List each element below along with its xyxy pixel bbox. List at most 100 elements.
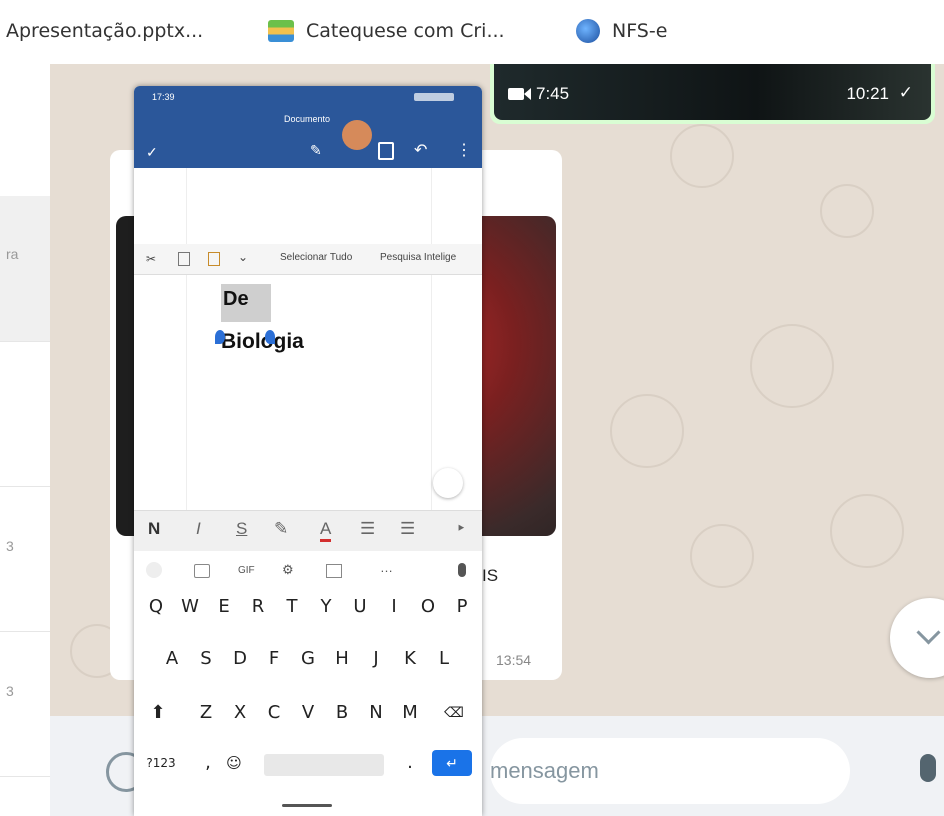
video-message[interactable]: 7:45 10:21 ✓ — [490, 64, 935, 124]
backspace-icon[interactable]: ⌫ — [442, 698, 466, 728]
more-format-icon[interactable]: ‣ — [456, 519, 466, 539]
pen-icon[interactable]: ✎ — [310, 142, 322, 159]
dictation-mic-icon[interactable] — [433, 468, 463, 498]
key[interactable]: H — [330, 644, 354, 674]
key[interactable]: V — [296, 698, 320, 728]
key[interactable]: T — [280, 592, 304, 622]
key[interactable]: R — [246, 592, 270, 622]
bookmark-catequese[interactable]: Catequese com Cri... — [268, 18, 505, 44]
sticker-icon[interactable] — [194, 564, 210, 578]
key[interactable]: E — [212, 592, 236, 622]
microphone-icon[interactable] — [920, 754, 936, 782]
key[interactable]: B — [330, 698, 354, 728]
list-item[interactable]: 3 — [0, 486, 50, 632]
document-title: Documento — [284, 114, 331, 124]
key[interactable]: D — [228, 644, 252, 674]
microphone-icon[interactable] — [458, 563, 466, 577]
space-key[interactable] — [264, 754, 384, 776]
key[interactable]: K — [398, 644, 422, 674]
bold-button[interactable]: N — [148, 519, 160, 539]
message-input[interactable]: mensagem — [490, 738, 850, 804]
shift-key[interactable]: ⬆ — [146, 698, 170, 728]
list-item-snippet: 3 — [6, 538, 14, 554]
numbers-key[interactable]: ?123 — [138, 748, 184, 778]
list-item[interactable] — [0, 341, 50, 487]
smart-search-button[interactable]: Pesquisa Intelige — [380, 252, 456, 263]
selection-handle-right[interactable] — [265, 330, 275, 344]
doodle-decoration — [690, 524, 754, 588]
message-time: 10:21 — [846, 84, 889, 103]
search-icon[interactable] — [342, 120, 372, 150]
paste-icon[interactable] — [208, 252, 220, 266]
key[interactable]: Q — [144, 592, 168, 622]
period-key[interactable]: . — [398, 748, 422, 778]
key[interactable]: Y — [314, 592, 338, 622]
document-canvas[interactable]: De Biologia — [134, 168, 482, 510]
bookmark-label: Catequese com Cri... — [306, 20, 505, 42]
read-check-icon: ✓ — [898, 83, 913, 102]
back-icon[interactable] — [146, 562, 162, 578]
chevron-down-icon — [916, 620, 941, 645]
video-thumbnail[interactable]: 7:45 10:21 ✓ — [494, 64, 931, 120]
bookmark-label: NFS-e — [612, 20, 668, 42]
phone-screenshot: 17:39 Documento ✓ ✎ ↶ ⋮ De Biologia ✂ ⌄ … — [134, 86, 482, 816]
select-all-button[interactable]: Selecionar Tudo — [280, 252, 352, 263]
translate-icon[interactable] — [326, 564, 342, 578]
key[interactable]: S — [194, 644, 218, 674]
key[interactable]: N — [364, 698, 388, 728]
bookmark-nfse[interactable]: NFS-e — [576, 18, 667, 44]
more-icon[interactable]: … — [380, 560, 393, 575]
more-icon[interactable]: ⋮ — [456, 140, 472, 160]
format-toolbar: N I S ✎ A ☰ ☰ ‣ — [134, 510, 482, 551]
emoji-key-icon[interactable]: ☺ — [222, 748, 246, 778]
checkmark-icon[interactable]: ✓ — [146, 144, 158, 161]
bullets-icon[interactable]: ☰ — [360, 519, 375, 539]
key[interactable]: X — [228, 698, 252, 728]
bookmarks-bar: Apresentação.pptx... Catequese com Cri..… — [0, 0, 944, 64]
phone-view-icon[interactable] — [378, 142, 394, 160]
list-item[interactable]: ra — [0, 196, 50, 342]
site-thumbnail-icon — [268, 20, 294, 42]
key[interactable]: L — [432, 644, 456, 674]
chevron-down-icon[interactable]: ⌄ — [238, 250, 248, 264]
caption-fragment: IS — [482, 566, 499, 585]
doodle-decoration — [750, 324, 834, 408]
key[interactable]: U — [348, 592, 372, 622]
copy-icon[interactable] — [178, 252, 190, 266]
highlighter-icon[interactable]: ✎ — [274, 519, 288, 539]
key[interactable]: P — [450, 592, 474, 622]
italic-button[interactable]: I — [196, 519, 201, 539]
key[interactable]: I — [382, 592, 406, 622]
bookmark-apresentacao[interactable]: Apresentação.pptx... — [6, 18, 203, 44]
key[interactable]: C — [262, 698, 286, 728]
font-color-icon[interactable]: A — [320, 519, 332, 542]
list-item[interactable] — [0, 64, 50, 197]
key[interactable]: M — [398, 698, 422, 728]
message-input-placeholder: mensagem — [490, 758, 599, 783]
cut-icon[interactable]: ✂ — [146, 252, 156, 266]
numbering-icon[interactable]: ☰ — [400, 519, 415, 539]
keyboard-suggestion-bar: GIF ⚙ … — [134, 556, 482, 588]
word-toolbar: Documento ✓ ✎ ↶ ⋮ — [134, 108, 482, 168]
undo-icon[interactable]: ↶ — [414, 140, 427, 160]
selection-handle-left[interactable] — [215, 330, 225, 344]
status-icons — [414, 93, 454, 101]
key[interactable]: Z — [194, 698, 218, 728]
document-page[interactable]: De Biologia — [186, 168, 463, 510]
enter-key-icon[interactable]: ↵ — [432, 750, 472, 776]
key[interactable]: A — [160, 644, 184, 674]
context-ribbon: ✂ ⌄ Selecionar Tudo Pesquisa Intelige — [134, 244, 482, 275]
key[interactable]: G — [296, 644, 320, 674]
gif-button[interactable]: GIF — [238, 565, 255, 576]
key[interactable]: W — [178, 592, 202, 622]
doodle-decoration — [820, 184, 874, 238]
list-item[interactable]: 3 — [0, 631, 50, 777]
comma-key[interactable]: , — [196, 748, 220, 778]
strike-button[interactable]: S — [236, 519, 247, 539]
key[interactable]: O — [416, 592, 440, 622]
settings-gear-icon[interactable]: ⚙ — [282, 562, 294, 578]
globe-icon — [576, 19, 600, 43]
key[interactable]: J — [364, 644, 388, 674]
list-item-snippet: 3 — [6, 683, 14, 699]
key[interactable]: F — [262, 644, 286, 674]
